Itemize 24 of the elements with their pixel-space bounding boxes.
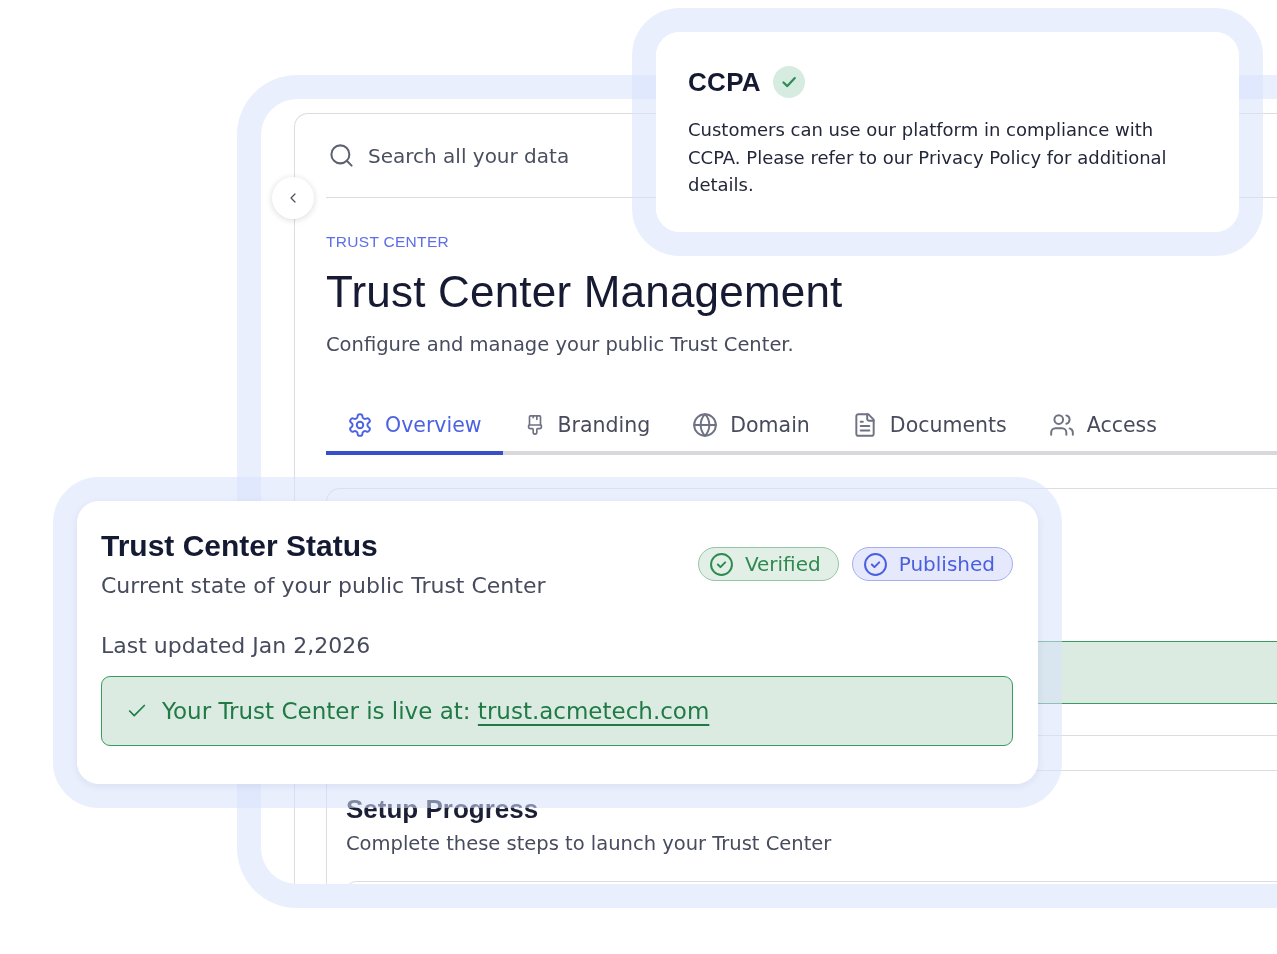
gear-icon [347,412,373,438]
page-subtitle: Configure and manage your public Trust Center. [326,332,794,358]
tab[interactable]: Domain [671,399,831,455]
page-title: Trust Center Management [326,266,843,318]
card-title: Setup Progress [346,793,539,825]
status-badge: Published [851,547,1013,581]
tab[interactable]: Overview [326,399,503,455]
card-title: Trust Center Status [101,528,378,564]
tab[interactable]: Access [1027,399,1178,455]
card-subtitle: Current state of your public Trust Center [101,572,546,600]
tab[interactable]: Branding [502,399,672,455]
status-badge: Verified [697,547,839,581]
search-field[interactable]: Search all your data [368,140,628,171]
live-message: Your Trust Center is live at: trust.acmetech.com [162,697,710,726]
tab[interactable]: Documents [830,399,1028,455]
card-subtitle: Complete these steps to launch your Trust Center [346,831,832,857]
globe-icon [692,412,719,438]
users-icon [1048,412,1075,438]
card-title: CCPA [688,66,761,98]
last-updated-text: Last updated Jan 2,2026 [101,632,371,660]
site-link[interactable]: trust.acmetech.com [477,698,710,724]
search-icon [328,142,355,169]
ccpa-description: Customers can use our platform in compliance with CCPA. Please refer to our Privacy Policy for additional details. [688,118,1168,197]
section-label: TRUST CENTER [326,233,449,251]
